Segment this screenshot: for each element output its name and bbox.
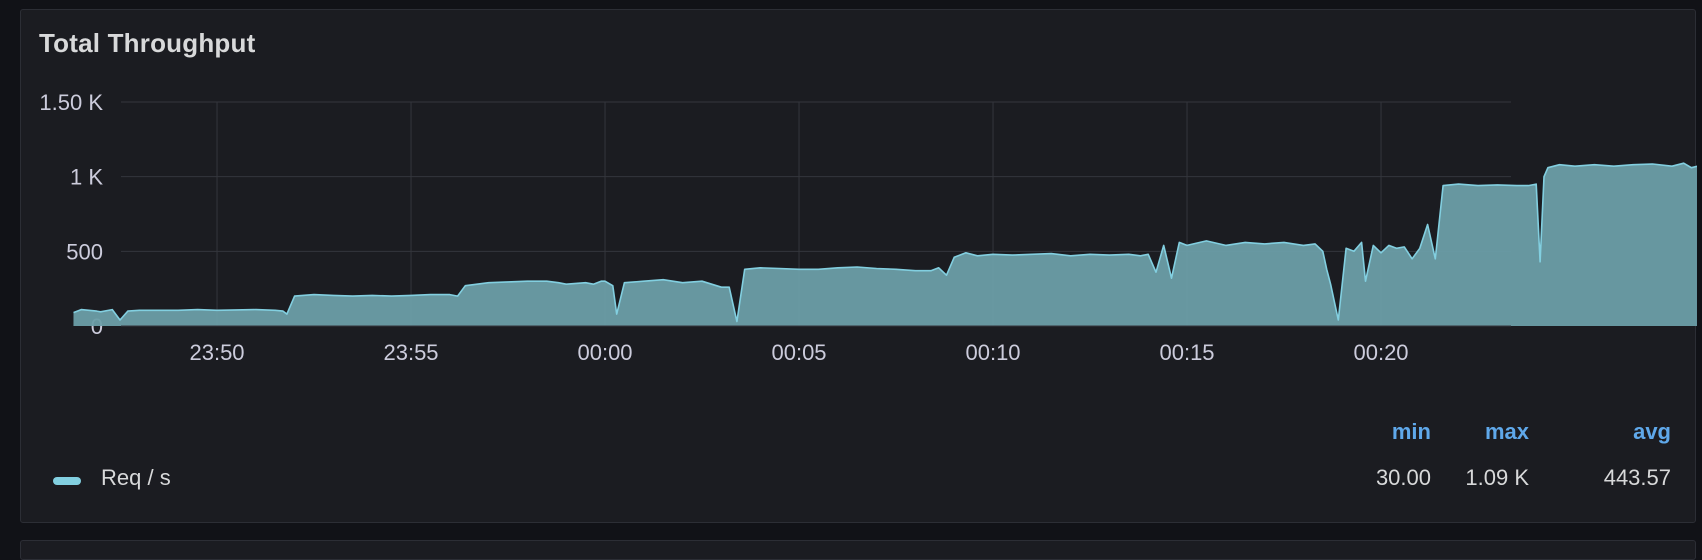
x-tick-label: 00:05 bbox=[771, 340, 826, 365]
throughput-chart[interactable]: 05001 K1.50 K23:50 23:55 00:00 00:05 00:10 00… bbox=[21, 10, 1697, 524]
x-tick-label: 23:55 bbox=[383, 340, 438, 365]
x-tick-label: 00:10 bbox=[965, 340, 1020, 365]
legend-header-max[interactable]: max bbox=[1409, 419, 1529, 445]
y-tick-label: 500 bbox=[66, 239, 103, 264]
legend-header-avg[interactable]: avg bbox=[1551, 419, 1671, 445]
series-area-req-per-sec bbox=[73, 163, 1697, 326]
legend-series-marker[interactable] bbox=[53, 477, 81, 485]
legend-series-avg: 443.57 bbox=[1603, 465, 1671, 490]
x-tick-label: 00:20 bbox=[1353, 340, 1408, 365]
x-tick-label: 00:15 bbox=[1159, 340, 1214, 365]
y-tick-label: 1.50 K bbox=[39, 90, 103, 115]
x-tick-label: 23:50 bbox=[189, 340, 244, 365]
next-panel-edge bbox=[20, 540, 1696, 560]
throughput-panel: Total Throughput 0 500 1 K 1.50 K 23:50 23:55… bbox=[20, 9, 1697, 524]
x-tick-label: 00:00 bbox=[577, 340, 632, 365]
legend-series-name[interactable]: Req / s bbox=[101, 465, 171, 491]
y-tick-label: 1 K bbox=[70, 165, 103, 190]
legend-series-max: 1.09 K bbox=[1465, 465, 1529, 490]
